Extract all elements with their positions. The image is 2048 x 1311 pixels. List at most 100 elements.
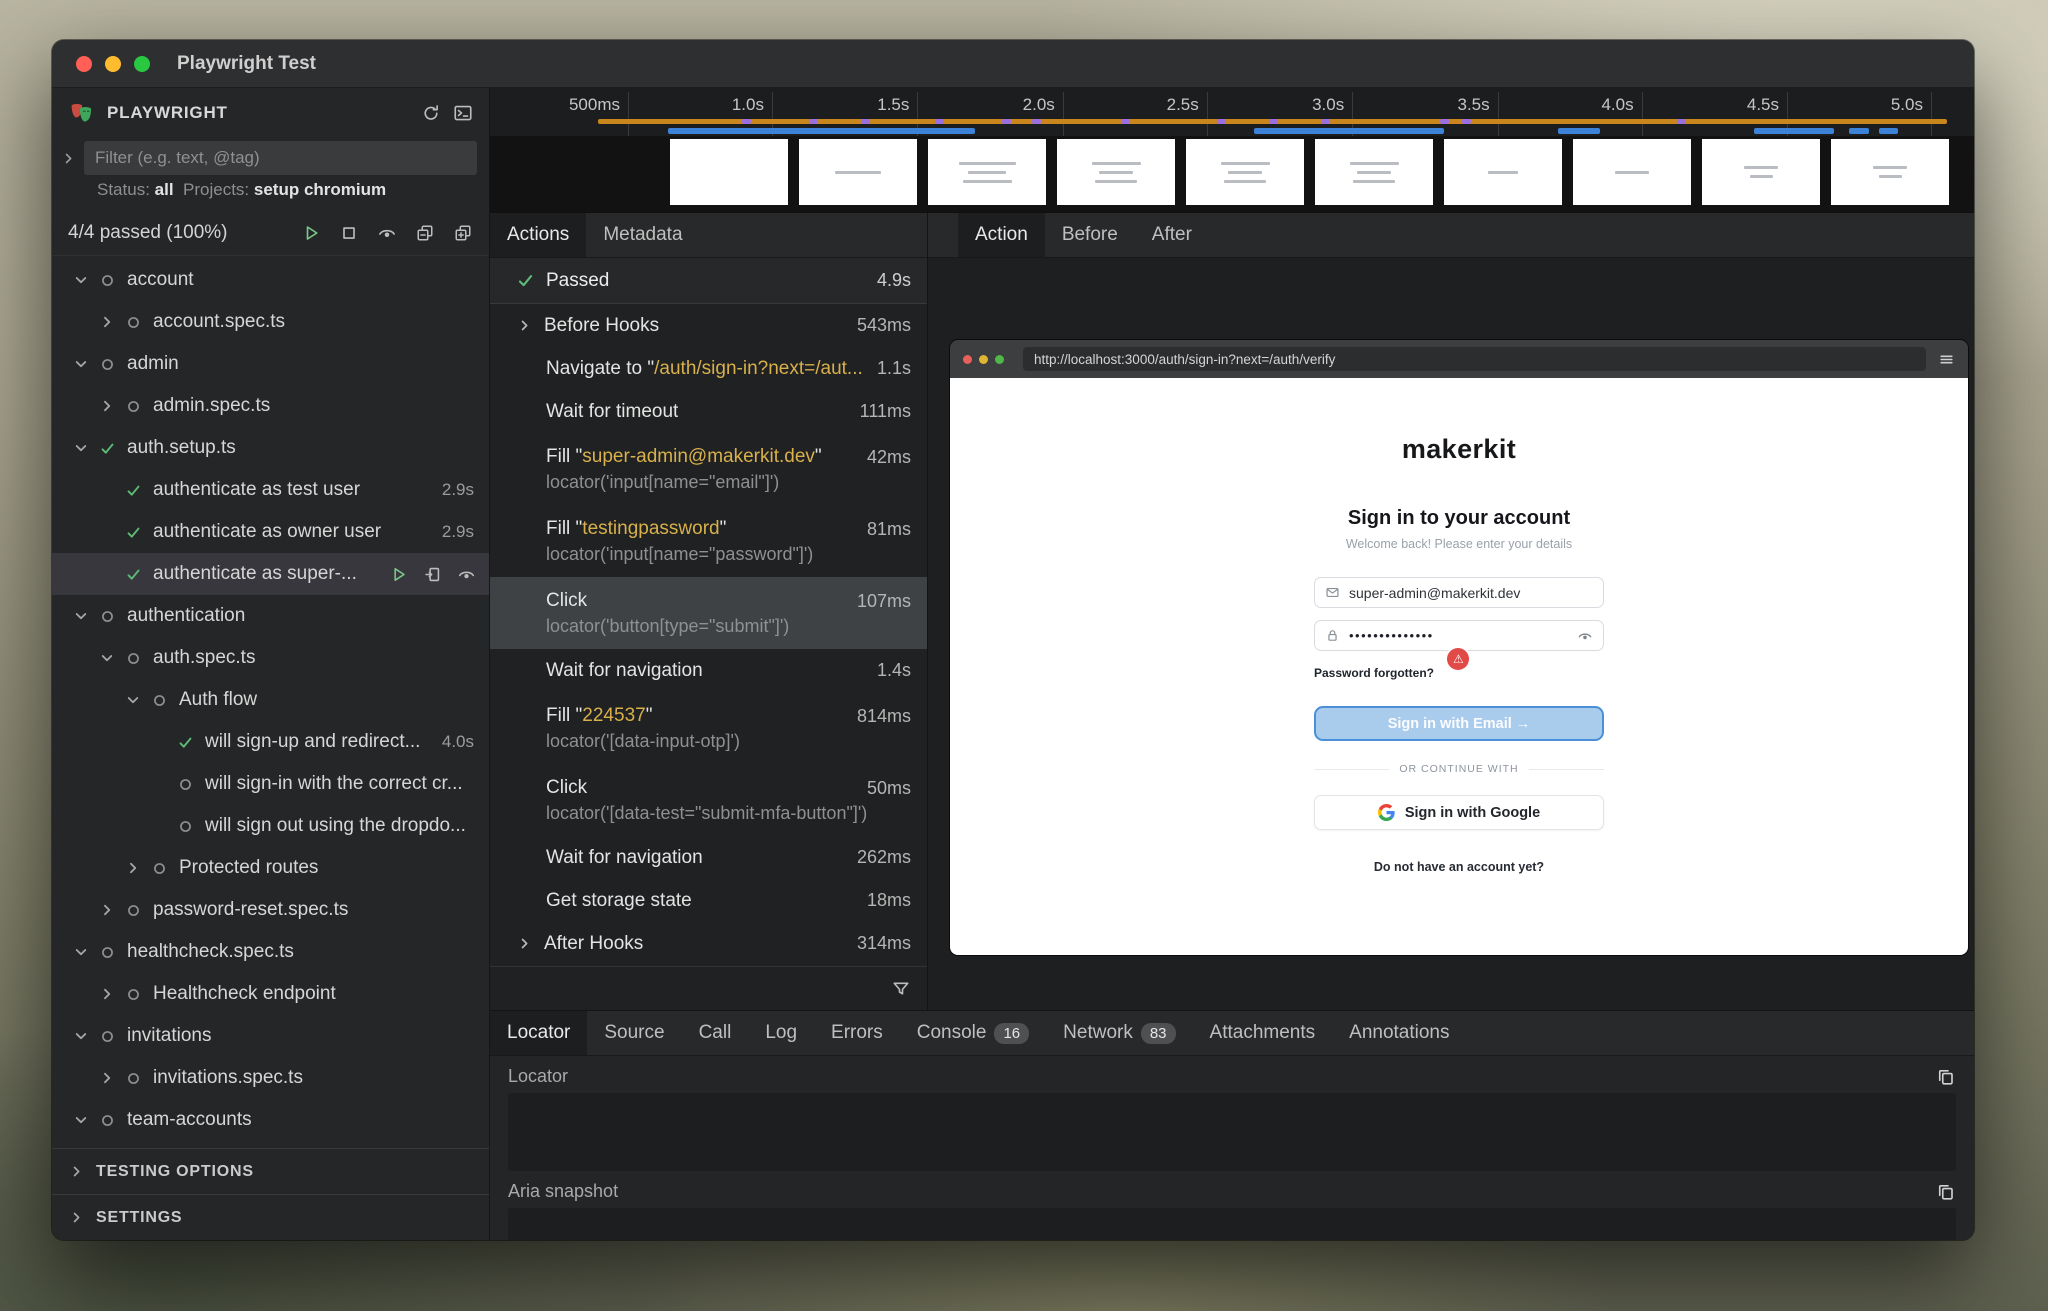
filmstrip-thumbnail[interactable] xyxy=(1057,139,1175,205)
action-row-fill[interactable]: Fill "224537"814mslocator('[data-input-o… xyxy=(490,692,927,764)
open-source-icon[interactable] xyxy=(423,565,442,584)
chevron-right-icon[interactable] xyxy=(516,317,533,334)
filmstrip-thumbnail[interactable] xyxy=(670,139,788,205)
filmstrip-thumbnail[interactable] xyxy=(1702,139,1820,205)
chevron-down-icon[interactable] xyxy=(98,649,116,667)
hamburger-menu-icon[interactable] xyxy=(1938,351,1955,368)
chevron-down-icon[interactable] xyxy=(72,355,90,373)
show-password-icon[interactable] xyxy=(1577,628,1593,644)
sidebar-item-auth-setup-ts[interactable]: auth.setup.ts xyxy=(52,427,489,469)
action-row-get-storage-state[interactable]: Get storage state18ms xyxy=(490,879,927,922)
copy-icon[interactable] xyxy=(1936,1182,1956,1202)
forgot-password-link[interactable]: Password forgotten? xyxy=(1314,666,1434,680)
tab-annotations[interactable]: Annotations xyxy=(1332,1011,1466,1055)
collapse-all-icon[interactable] xyxy=(415,223,435,243)
run-all-icon[interactable] xyxy=(301,223,321,243)
chevron-down-icon[interactable] xyxy=(72,607,90,625)
filter-input[interactable] xyxy=(84,141,477,175)
copy-icon[interactable] xyxy=(1936,1067,1956,1087)
timeline-strip[interactable]: 500ms1.0s1.5s2.0s2.5s3.0s3.5s4.0s4.5s5.0… xyxy=(490,88,1974,213)
signin-email-button[interactable]: Sign in with Email → xyxy=(1314,706,1604,741)
action-row-before-hooks[interactable]: Before Hooks543ms xyxy=(490,304,927,347)
zoom-window-button[interactable] xyxy=(134,56,150,72)
action-row-fill[interactable]: Fill "super-admin@makerkit.dev"42mslocat… xyxy=(490,433,927,505)
tab-console[interactable]: Console16 xyxy=(900,1011,1046,1055)
action-row-wait-for-navigation[interactable]: Wait for navigation1.4s xyxy=(490,649,927,692)
tab-locator[interactable]: Locator xyxy=(490,1011,587,1055)
chevron-right-icon[interactable] xyxy=(60,150,77,167)
tab-before[interactable]: Before xyxy=(1045,213,1135,257)
sidebar-item-healthcheck-spec-ts[interactable]: healthcheck.spec.ts xyxy=(52,931,489,973)
run-test-icon[interactable] xyxy=(389,565,408,584)
locator-editor[interactable] xyxy=(508,1093,1956,1171)
tab-errors[interactable]: Errors xyxy=(814,1011,900,1055)
chevron-down-icon[interactable] xyxy=(72,1027,90,1045)
action-row-fill[interactable]: Fill "testingpassword"81mslocator('input… xyxy=(490,505,927,577)
chevron-right-icon[interactable] xyxy=(98,397,116,415)
tab-attachments[interactable]: Attachments xyxy=(1193,1011,1333,1055)
chevron-down-icon[interactable] xyxy=(72,439,90,457)
sidebar-item-admin-spec-ts[interactable]: admin.spec.ts xyxy=(52,385,489,427)
signin-google-button[interactable]: Sign in with Google xyxy=(1314,795,1604,830)
minimize-window-button[interactable] xyxy=(105,56,121,72)
tab-action[interactable]: Action xyxy=(958,213,1045,257)
tab-source[interactable]: Source xyxy=(587,1011,681,1055)
chevron-right-icon[interactable] xyxy=(98,1069,116,1087)
close-window-button[interactable] xyxy=(76,56,92,72)
tab-network[interactable]: Network83 xyxy=(1046,1011,1192,1055)
chevron-down-icon[interactable] xyxy=(72,943,90,961)
expand-all-icon[interactable] xyxy=(453,223,473,243)
signup-link[interactable]: Do not have an account yet? xyxy=(1314,860,1604,874)
sidebar-item-team-accounts[interactable]: team-accounts xyxy=(52,1099,489,1141)
filmstrip-thumbnail[interactable] xyxy=(1186,139,1304,205)
sidebar-item-auth-flow[interactable]: Auth flow xyxy=(52,679,489,721)
section-settings[interactable]: SETTINGS xyxy=(52,1194,489,1240)
filmstrip-thumbnail[interactable] xyxy=(1315,139,1433,205)
section-testing-options[interactable]: TESTING OPTIONS xyxy=(52,1148,489,1194)
email-field[interactable]: super-admin@makerkit.dev xyxy=(1314,577,1604,608)
sidebar-item-protected-routes[interactable]: Protected routes xyxy=(52,847,489,889)
action-row-wait-for-timeout[interactable]: Wait for timeout111ms xyxy=(490,390,927,433)
sidebar-item-authenticate-as-test-user[interactable]: authenticate as test user2.9s xyxy=(52,469,489,511)
chevron-right-icon[interactable] xyxy=(98,985,116,1003)
split-view-icon[interactable] xyxy=(1944,1011,1974,1055)
tab-metadata[interactable]: Metadata xyxy=(586,213,699,257)
sidebar-item-password-reset-spec-ts[interactable]: password-reset.spec.ts xyxy=(52,889,489,931)
sidebar-item-account-spec-ts[interactable]: account.spec.ts xyxy=(52,301,489,343)
password-field[interactable]: •••••••••••••• xyxy=(1314,620,1604,651)
aria-snapshot-editor[interactable] xyxy=(508,1208,1956,1240)
action-row-click[interactable]: Click50mslocator('[data-test="submit-mfa… xyxy=(490,764,927,836)
chevron-right-icon[interactable] xyxy=(98,901,116,919)
sidebar-item-admin[interactable]: admin xyxy=(52,343,489,385)
sidebar-item-will-sign-out-using-the-dropdo[interactable]: will sign out using the dropdo... xyxy=(52,805,489,847)
watch-icon[interactable] xyxy=(457,565,476,584)
filmstrip-thumbnail[interactable] xyxy=(1573,139,1691,205)
open-external-icon[interactable] xyxy=(1944,213,1974,257)
tab-after[interactable]: After xyxy=(1135,213,1209,257)
chevron-right-icon[interactable] xyxy=(124,859,142,877)
action-row-after-hooks[interactable]: After Hooks314ms xyxy=(490,922,927,965)
reload-tests-icon[interactable] xyxy=(421,103,441,123)
chevron-down-icon[interactable] xyxy=(72,1111,90,1129)
filter-funnel-icon[interactable] xyxy=(891,979,911,999)
sidebar-item-authenticate-as-owner-user[interactable]: authenticate as owner user2.9s xyxy=(52,511,489,553)
sidebar-item-authentication[interactable]: authentication xyxy=(52,595,489,637)
action-row-click[interactable]: Click107mslocator('button[type="submit"]… xyxy=(490,577,927,649)
action-row-navigate-to[interactable]: Navigate to "/auth/sign-in?next=/aut...1… xyxy=(490,347,927,390)
filmstrip-thumbnail[interactable] xyxy=(1444,139,1562,205)
tab-call[interactable]: Call xyxy=(682,1011,749,1055)
sidebar-item-will-sign-up-and-redirect[interactable]: will sign-up and redirect...4.0s xyxy=(52,721,489,763)
tab-log[interactable]: Log xyxy=(748,1011,814,1055)
tab-actions[interactable]: Actions xyxy=(490,213,586,257)
filmstrip-thumbnail[interactable] xyxy=(799,139,917,205)
chevron-right-icon[interactable] xyxy=(98,313,116,331)
sidebar-item-invitations[interactable]: invitations xyxy=(52,1015,489,1057)
stop-icon[interactable] xyxy=(339,223,359,243)
action-row-wait-for-navigation[interactable]: Wait for navigation262ms xyxy=(490,836,927,879)
url-bar[interactable]: http://localhost:3000/auth/sign-in?next=… xyxy=(1023,347,1926,371)
sidebar-item-healthcheck-endpoint[interactable]: Healthcheck endpoint xyxy=(52,973,489,1015)
filmstrip-thumbnail[interactable] xyxy=(1831,139,1949,205)
chevron-down-icon[interactable] xyxy=(124,691,142,709)
sidebar-item-authenticate-as-super[interactable]: authenticate as super-... xyxy=(52,553,489,595)
sidebar-item-auth-spec-ts[interactable]: auth.spec.ts xyxy=(52,637,489,679)
